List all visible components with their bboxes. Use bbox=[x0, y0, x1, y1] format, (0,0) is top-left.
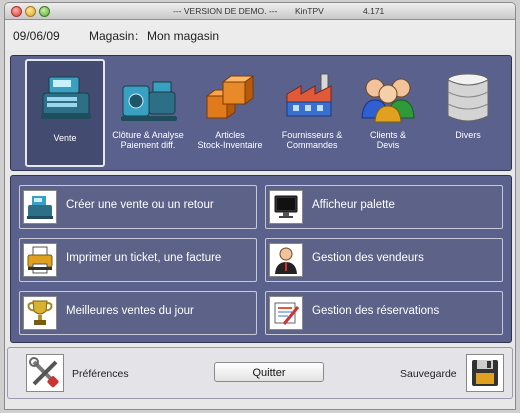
title-app-name: KinTPV bbox=[295, 6, 324, 16]
factory-icon bbox=[286, 73, 332, 117]
clients-icon bbox=[361, 78, 415, 123]
app-window: --- VERSION DE DEMO. --- KinTPV 4.171 09… bbox=[4, 2, 516, 410]
module-divers[interactable]: Divers bbox=[429, 62, 507, 164]
close-window-button[interactable] bbox=[11, 6, 22, 17]
quit-button[interactable]: Quitter bbox=[214, 362, 324, 382]
title-demo-text: --- VERSION DE DEMO. --- bbox=[173, 6, 278, 16]
module-clients[interactable]: Clients & Devis bbox=[349, 62, 427, 164]
database-icon bbox=[447, 73, 489, 122]
cash-register-icon bbox=[41, 76, 91, 119]
module-articles[interactable]: Articles Stock-Inventaire bbox=[191, 62, 269, 164]
minimize-window-button[interactable] bbox=[25, 6, 36, 17]
info-bar: 09/06/09 Magasin : Mon magasin bbox=[5, 20, 515, 50]
title-bar[interactable]: --- VERSION DE DEMO. --- KinTPV 4.171 bbox=[5, 3, 515, 20]
preferences-label: Préférences bbox=[72, 368, 129, 380]
store-label: Magasin bbox=[89, 29, 135, 43]
module-divers-label: Divers bbox=[455, 130, 481, 140]
module-cloture-label: Clôture & Analyse Paiement diff. bbox=[112, 130, 184, 150]
backup-label: Sauvegarde bbox=[400, 368, 457, 380]
sellers-label: Gestion des vendeurs bbox=[312, 252, 424, 264]
module-articles-label: Articles Stock-Inventaire bbox=[197, 130, 263, 150]
cash-register-icon bbox=[23, 190, 57, 224]
reservations-label: Gestion des réservations bbox=[312, 305, 440, 317]
reservations-button[interactable]: Gestion des réservations bbox=[265, 291, 503, 335]
current-date: 09/06/09 bbox=[13, 29, 60, 43]
store-separator: : bbox=[135, 29, 139, 43]
palette-display-button[interactable]: Afficheur palette bbox=[265, 185, 503, 229]
preferences-button[interactable] bbox=[26, 354, 64, 392]
palette-display-label: Afficheur palette bbox=[312, 199, 395, 211]
actions-panel: Créer une vente ou un retour Afficheur p… bbox=[10, 175, 512, 343]
floppy-disk-icon bbox=[472, 360, 498, 386]
printer-icon bbox=[23, 243, 57, 277]
module-clients-label: Clients & Devis bbox=[369, 130, 406, 150]
trophy-icon bbox=[23, 296, 57, 330]
module-fournisseurs-label: Fournisseurs & Commandes bbox=[281, 130, 343, 150]
bottom-bar: Préférences Quitter Sauvegarde bbox=[7, 347, 513, 399]
module-panel: Vente Clôture & AnalysePaiement diff. A bbox=[10, 55, 512, 171]
title-version: 4.171 bbox=[363, 6, 385, 16]
reservation-icon bbox=[269, 296, 303, 330]
module-cloture[interactable]: Clôture & Analyse Paiement diff. bbox=[109, 62, 187, 164]
module-vente[interactable]: Vente bbox=[25, 59, 105, 167]
create-sale-button[interactable]: Créer une vente ou un retour bbox=[19, 185, 257, 229]
zoom-window-button[interactable] bbox=[39, 6, 50, 17]
print-ticket-label: Imprimer un ticket, une facture bbox=[66, 252, 222, 264]
boxes-icon bbox=[205, 75, 255, 119]
seller-icon bbox=[269, 243, 303, 277]
module-fournisseurs[interactable]: Fournisseurs & Commandes bbox=[273, 62, 351, 164]
best-sales-button[interactable]: Meilleures ventes du jour bbox=[19, 291, 257, 335]
monitor-icon bbox=[269, 190, 303, 224]
store-name: Mon magasin bbox=[147, 29, 220, 43]
tools-icon bbox=[29, 357, 59, 388]
safe-register-icon bbox=[121, 81, 177, 121]
backup-button[interactable] bbox=[466, 354, 504, 392]
print-ticket-button[interactable]: Imprimer un ticket, une facture bbox=[19, 238, 257, 282]
module-vente-label: Vente bbox=[53, 133, 77, 143]
best-sales-label: Meilleures ventes du jour bbox=[66, 305, 194, 317]
sellers-button[interactable]: Gestion des vendeurs bbox=[265, 238, 503, 282]
create-sale-label: Créer une vente ou un retour bbox=[66, 199, 214, 211]
